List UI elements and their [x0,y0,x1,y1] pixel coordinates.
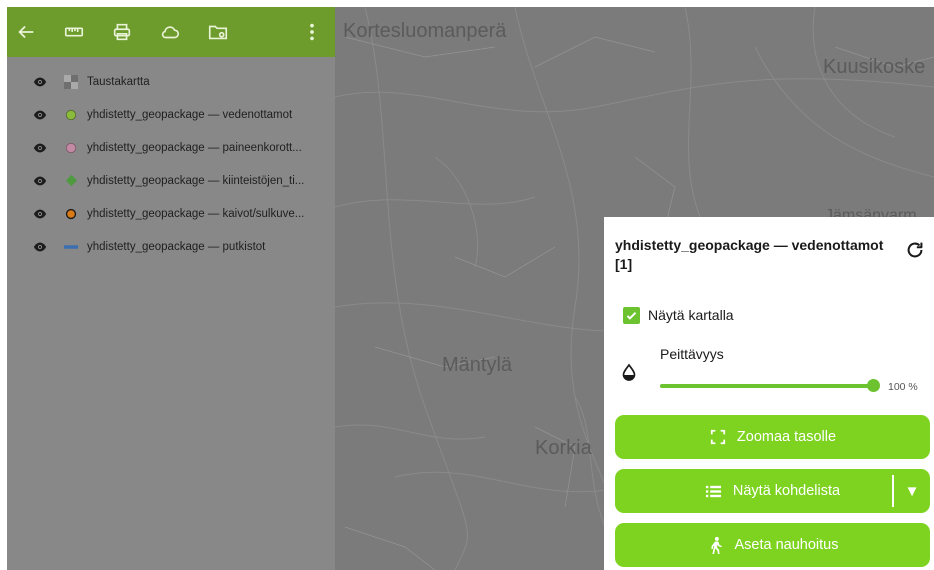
show-on-map-label: Näytä kartalla [648,307,734,323]
layer-row-kiinteistot[interactable]: yhdistetty_geopackage — kiinteistöjen_ti… [7,164,335,197]
blue-line-symbol-icon [64,240,78,254]
layer-label: yhdistetty_geopackage — kaivot/sulkuve..… [87,207,305,220]
eye-icon[interactable] [32,206,48,222]
set-recording-label: Aseta nauhoitus [734,537,839,553]
place-label: Korkia [535,437,592,459]
ruler-icon[interactable] [62,20,86,44]
layer-row-putkistot[interactable]: yhdistetty_geopackage — putkistot [7,230,335,263]
show-on-map-checkbox[interactable] [623,307,640,324]
app-frame: Taustakartta yhdistetty_geopackage — ved… [7,7,934,570]
layer-row-basemap[interactable]: Taustakartta [7,65,335,98]
feature-list-button[interactable]: Näytä kohdelista ▼ [615,469,930,513]
more-vertical-icon[interactable] [300,20,324,44]
layer-row-vedenottamot[interactable]: yhdistetty_geopackage — vedenottamot [7,98,335,131]
opacity-slider-fill [660,384,873,388]
opacity-slider-thumb[interactable] [867,379,880,392]
layer-label: yhdistetty_geopackage — putkistot [87,240,266,253]
layer-title: yhdistetty_geopackage — vedenottamot [1] [615,237,884,272]
layer-label: Taustakartta [87,75,150,88]
green-diamond-symbol-icon [64,174,78,188]
opacity-value: 100 % [888,381,918,393]
eye-icon[interactable] [32,74,48,90]
dropdown-arrow-icon[interactable]: ▼ [892,475,930,507]
layer-properties-panel: yhdistetty_geopackage — vedenottamot [1]… [604,217,934,570]
eye-icon[interactable] [32,107,48,123]
walking-person-icon [707,536,725,554]
folder-settings-icon[interactable] [206,20,230,44]
place-label: Kuusikoske [823,56,926,78]
cloud-icon[interactable] [158,20,182,44]
print-icon[interactable] [110,20,134,44]
eye-icon[interactable] [32,173,48,189]
layer-label: yhdistetty_geopackage — kiinteistöjen_ti… [87,174,305,187]
opacity-icon [620,363,638,381]
set-recording-button[interactable]: Aseta nauhoitus [615,523,930,567]
zoom-to-layer-label: Zoomaa tasolle [736,429,837,445]
layer-label: yhdistetty_geopackage — vedenottamot [87,108,293,121]
green-circle-symbol-icon [64,108,78,122]
list-icon [705,482,723,500]
opacity-slider[interactable] [660,379,880,392]
refresh-icon[interactable] [904,239,926,261]
eye-icon[interactable] [32,239,48,255]
zoom-extent-icon [709,428,727,446]
layer-panel: Taustakartta yhdistetty_geopackage — ved… [7,7,335,570]
toolbar [7,7,335,57]
orange-circle-symbol-icon [64,207,78,221]
eye-icon[interactable] [32,140,48,156]
basemap-icon [64,74,78,89]
layer-row-paineenkorotus[interactable]: yhdistetty_geopackage — paineenkorott... [7,131,335,164]
layer-list: Taustakartta yhdistetty_geopackage — ved… [7,65,335,263]
feature-list-label: Näytä kohdelista [732,483,841,499]
pink-circle-symbol-icon [64,141,78,155]
opacity-label: Peittävyys [660,346,724,362]
layer-label: yhdistetty_geopackage — paineenkorott... [87,141,302,154]
place-label: Mäntylä [442,354,513,376]
zoom-to-layer-button[interactable]: Zoomaa tasolle [615,415,930,459]
layer-row-kaivot[interactable]: yhdistetty_geopackage — kaivot/sulkuve..… [7,197,335,230]
place-label: Kortesluomanperä [343,20,507,42]
back-arrow-icon[interactable] [14,20,38,44]
